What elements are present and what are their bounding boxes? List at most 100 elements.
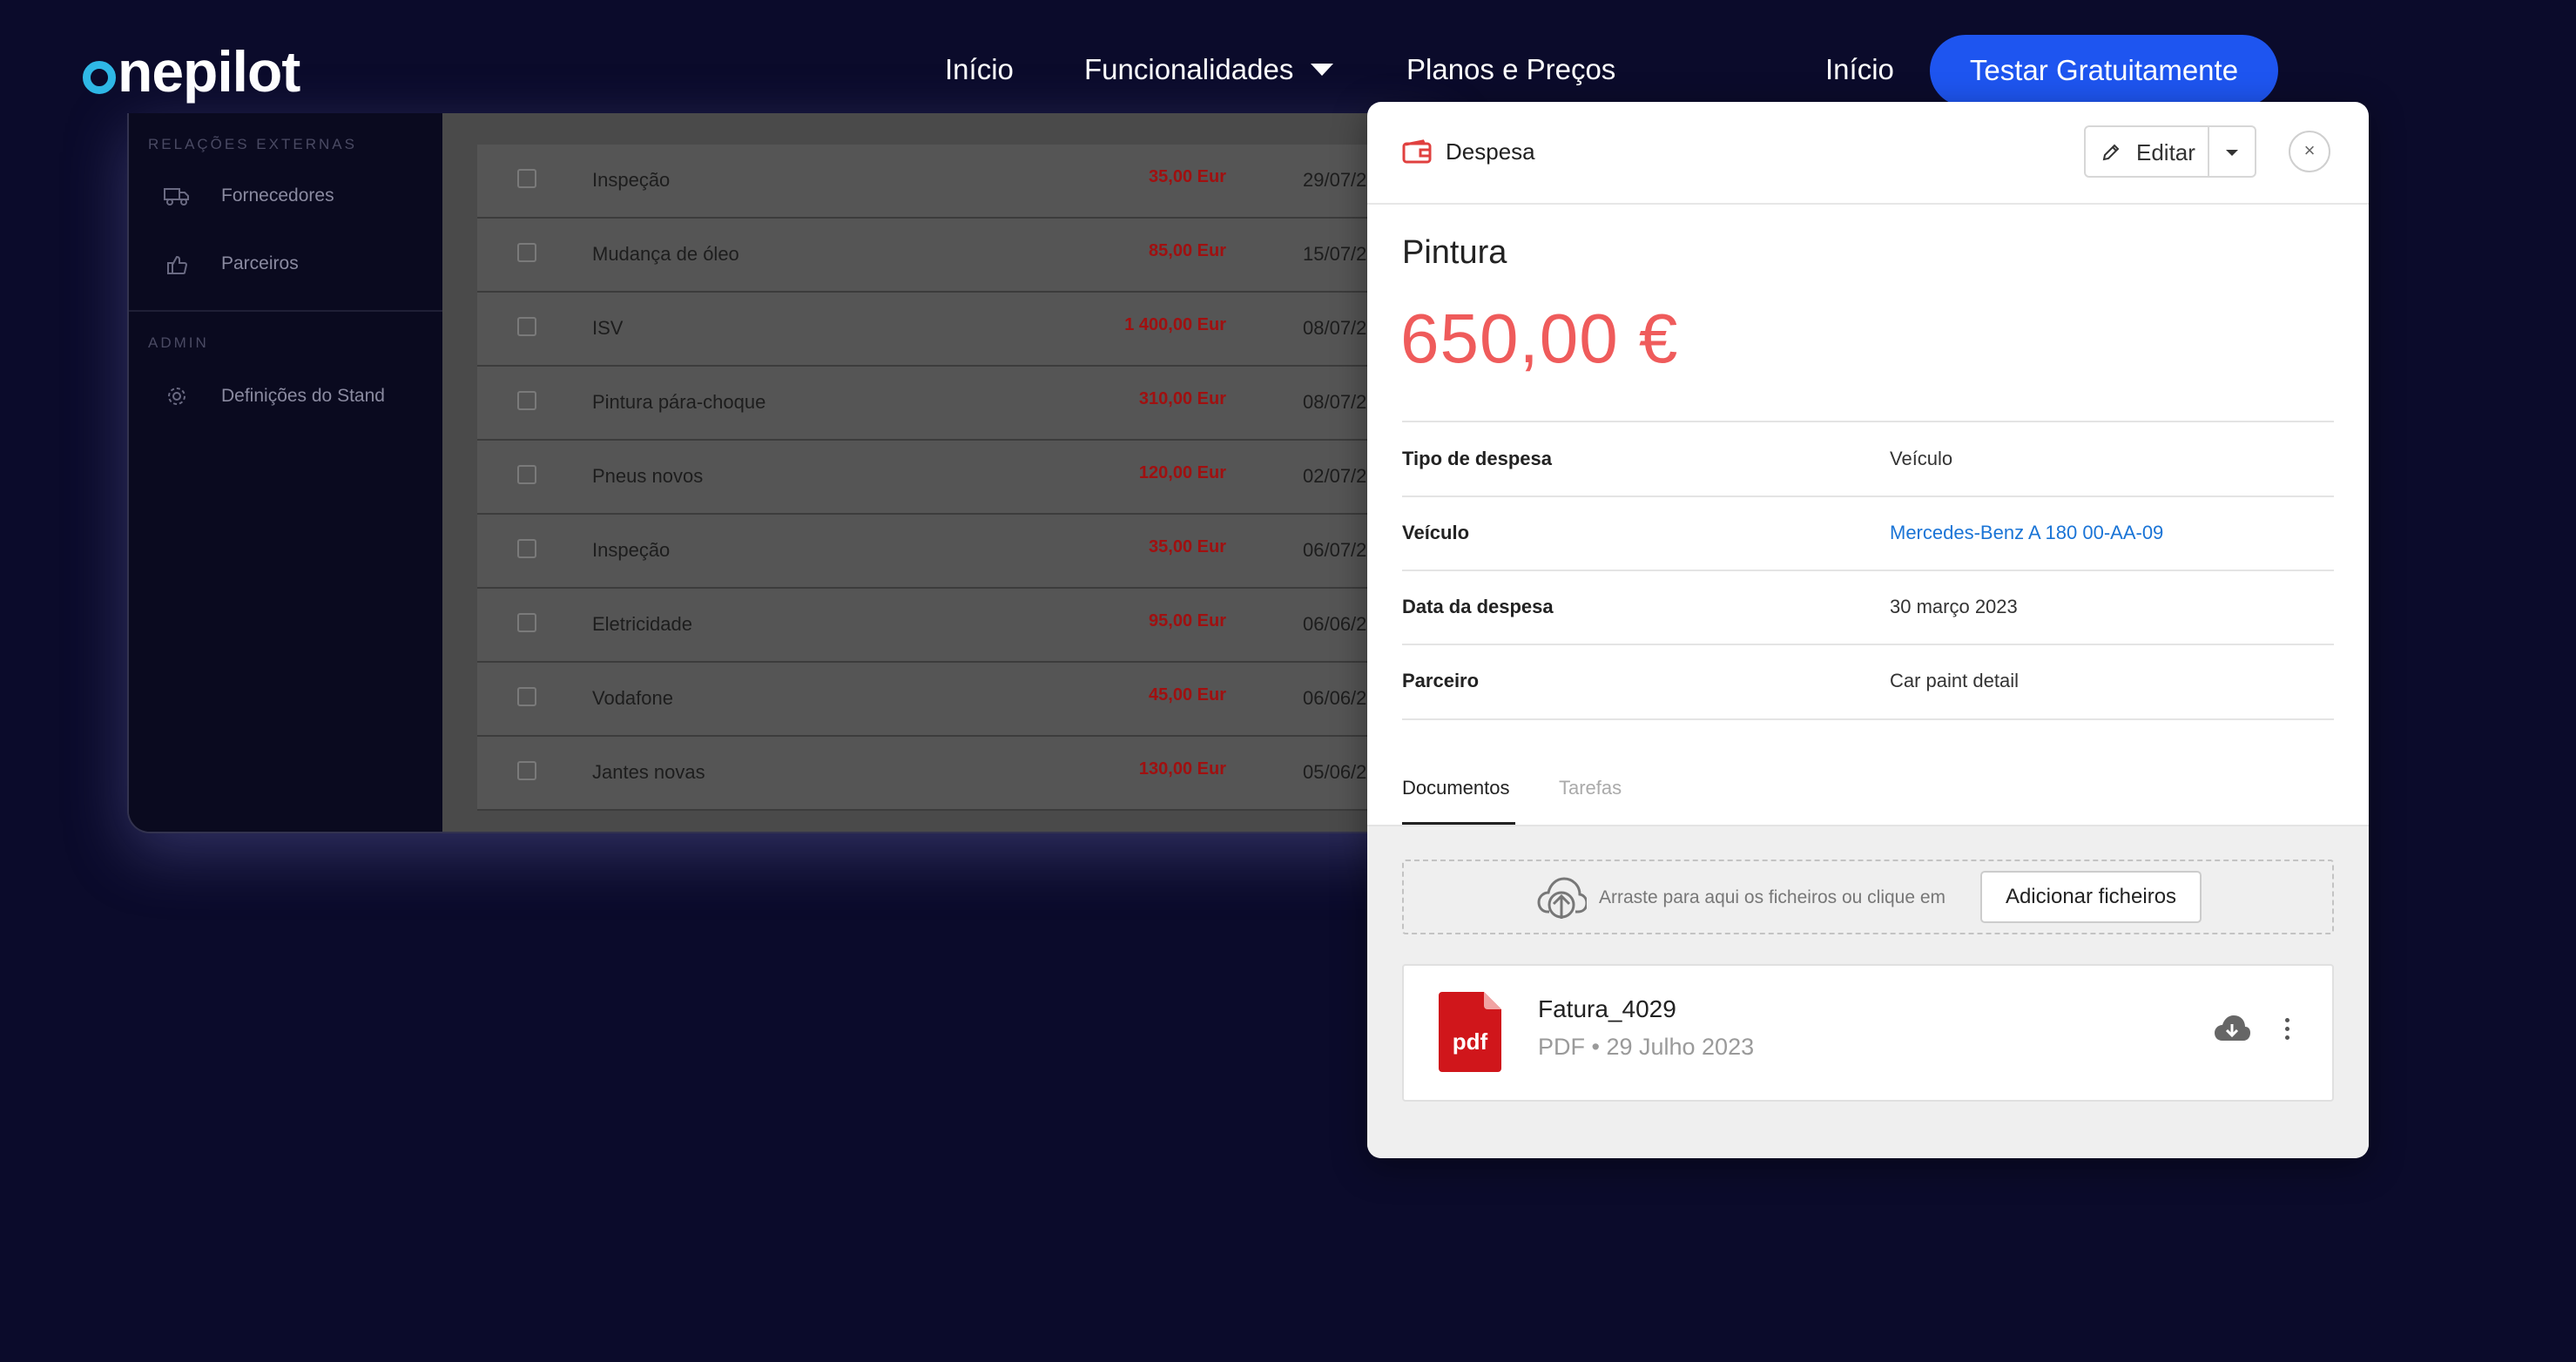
field-value-data: 30 março 2023 [1890,596,2018,617]
handshake-icon [164,251,190,277]
row-amount: 130,00 Eur [1138,759,1226,779]
cloud-upload-icon [1536,873,1588,927]
logo-text: nepilot [118,39,300,104]
expense-detail-panel: Despesa Editar × Pintura 650,00 € Tipo d… [1367,102,2369,1158]
sidebar-item-definicoes[interactable]: Definições do Stand [129,366,442,427]
row-amount: 1 400,00 Eur [1124,315,1226,334]
truck-icon [164,183,190,209]
pencil-icon [2101,143,2121,166]
divider [1402,718,2334,720]
nav-link-planos-precos[interactable]: Planos e Preços [1406,49,1615,91]
row-checkbox[interactable] [517,613,536,632]
row-checkbox[interactable] [517,539,536,558]
close-button[interactable]: × [2289,131,2330,172]
row-amount: 45,00 Eur [1149,685,1226,705]
sidebar-item-label: Fornecedores [221,185,334,206]
nav-link-funcionalidades-label: Funcionalidades [1084,53,1294,85]
sidebar-item-fornecedores[interactable]: Fornecedores [129,165,442,226]
field-label-data: Data da despesa [1402,596,1554,617]
nav-link-funcionalidades[interactable]: Funcionalidades [1084,49,1334,91]
row-description: Pneus novos [592,465,704,487]
table-row[interactable]: Mudança de óleo 85,00 Eur 15/07/2023 [477,219,1435,293]
table-row[interactable]: Pneus novos 120,00 Eur 02/07/2023 [477,441,1435,515]
tab-documentos[interactable]: Documentos [1402,777,1510,799]
download-icon[interactable] [2214,1015,2250,1048]
edit-dropdown-button[interactable] [2208,125,2256,178]
panel-header: Despesa Editar × [1367,102,2369,205]
table-row[interactable]: Inspeção 35,00 Eur 06/07/2023 [477,515,1435,589]
file-name: Fatura_4029 [1538,995,1676,1022]
field-label-veiculo: Veículo [1402,522,1470,543]
onepilot-logo[interactable]: nepilot [83,40,300,103]
wallet-icon [1402,139,1432,168]
row-description: Inspeção [592,539,671,561]
row-description: Vodafone [592,687,673,709]
more-options-icon[interactable] [2285,1018,2290,1044]
row-checkbox[interactable] [517,391,536,410]
row-checkbox[interactable] [517,687,536,706]
expense-amount: 650,00 € [1400,300,1679,377]
field-value-parceiro: Car paint detail [1890,670,2019,691]
sidebar-item-label: Definições do Stand [221,386,385,406]
divider [1402,570,2334,571]
divider [1402,644,2334,645]
file-item[interactable]: pdf Fatura_4029 PDF • 29 Julho 2023 [1402,964,2334,1102]
dropzone-text: Arraste para aqui os ficheiros ou clique… [1599,887,1946,907]
documents-section: Arraste para aqui os ficheiros ou clique… [1367,825,2369,1158]
sidebar-section-external: RELAÇÕES EXTERNAS [148,136,357,152]
panel-title: Despesa [1446,138,1535,165]
app-preview-window: RELAÇÕES EXTERNAS Fornecedores Parceiros… [127,113,1437,833]
pdf-file-icon: pdf [1439,992,1501,1072]
table-row[interactable]: Jantes novas 130,00 Eur 05/06/2023 [477,737,1435,811]
row-amount: 85,00 Eur [1149,241,1226,260]
expenses-table: Inspeção 35,00 Eur 29/07/2023 Mudança de… [477,145,1435,811]
nav-link-inicio-secondary[interactable]: Início [1825,49,1894,91]
row-checkbox[interactable] [517,169,536,188]
add-files-button[interactable]: Adicionar ficheiros [1980,871,2202,923]
caret-down-icon [2226,150,2238,156]
file-dropzone[interactable]: Arraste para aqui os ficheiros ou clique… [1402,860,2334,934]
row-description: ISV [592,317,624,339]
sidebar-item-parceiros[interactable]: Parceiros [129,233,442,294]
row-description: Pintura pára-choque [592,391,766,413]
sidebar: RELAÇÕES EXTERNAS Fornecedores Parceiros… [129,113,442,832]
row-amount: 120,00 Eur [1138,463,1226,482]
expenses-list-area: Inspeção 35,00 Eur 29/07/2023 Mudança de… [442,113,1435,832]
file-meta: PDF • 29 Julho 2023 [1538,1034,1755,1060]
row-amount: 310,00 Eur [1138,389,1226,408]
row-amount: 35,00 Eur [1149,167,1226,186]
tab-tarefas[interactable]: Tarefas [1559,777,1622,799]
table-row[interactable]: ISV 1 400,00 Eur 08/07/2023 [477,293,1435,367]
logo-o-mark [83,61,116,94]
vehicle-link[interactable]: Mercedes-Benz A 180 00-AA-09 [1890,522,2163,544]
sidebar-divider [129,310,442,312]
row-amount: 35,00 Eur [1149,537,1226,556]
row-checkbox[interactable] [517,317,536,336]
field-label-tipo: Tipo de despesa [1402,448,1552,469]
pdf-label: pdf [1452,1028,1488,1055]
row-checkbox[interactable] [517,243,536,262]
chevron-down-icon [1311,64,1334,76]
field-value-tipo: Veículo [1890,448,1953,469]
row-checkbox[interactable] [517,465,536,484]
gear-icon [164,383,190,409]
row-description: Eletricidade [592,613,692,635]
edit-button-label: Editar [2136,139,2195,165]
divider [1402,421,2334,422]
table-row[interactable]: Vodafone 45,00 Eur 06/06/2023 [477,663,1435,737]
sidebar-section-admin: ADMIN [148,334,209,351]
field-label-parceiro: Parceiro [1402,670,1480,691]
try-free-button[interactable]: Testar Gratuitamente [1930,35,2278,106]
row-description: Inspeção [592,169,671,191]
row-amount: 95,00 Eur [1149,611,1226,630]
divider [1402,496,2334,497]
nav-link-inicio[interactable]: Início [945,49,1014,91]
edit-button[interactable]: Editar [2084,125,2209,178]
row-description: Jantes novas [592,761,705,783]
table-row[interactable]: Eletricidade 95,00 Eur 06/06/2023 [477,589,1435,663]
table-row[interactable]: Inspeção 35,00 Eur 29/07/2023 [477,145,1435,219]
row-description: Mudança de óleo [592,243,739,265]
table-row[interactable]: Pintura pára-choque 310,00 Eur 08/07/202… [477,367,1435,441]
row-checkbox[interactable] [517,761,536,780]
sidebar-item-label: Parceiros [221,253,299,273]
